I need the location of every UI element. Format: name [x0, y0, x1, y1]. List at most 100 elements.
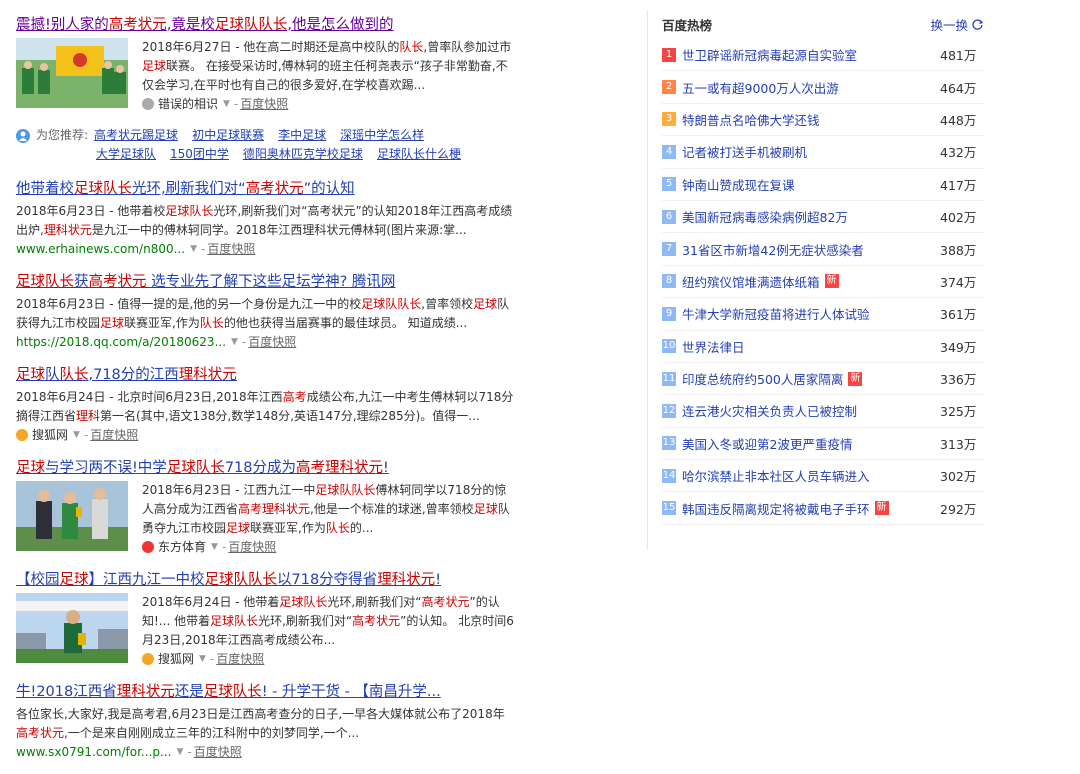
- highlight-text: 足球: [100, 316, 125, 330]
- result-thumbnail[interactable]: [16, 481, 128, 551]
- chevron-down-icon[interactable]: ▼: [223, 95, 230, 113]
- chevron-down-icon[interactable]: ▼: [211, 538, 218, 556]
- hot-list-item[interactable]: 10 世界法律日 349万: [662, 331, 984, 363]
- result-url[interactable]: https://2018.qq.com/a/20180623...: [16, 333, 226, 351]
- text-span: 2018年6月24日 - 他带着: [142, 595, 280, 609]
- hot-list-item[interactable]: 6 美国新冠病毒感染病例超82万 402万: [662, 201, 984, 234]
- text-span: 他带着校: [16, 181, 74, 197]
- hot-list-title: 百度热榜: [662, 17, 713, 33]
- recommend-link[interactable]: 深瑶中学怎么样: [340, 126, 424, 145]
- result-title-link[interactable]: 他带着校足球队长光环,刷新我们对“高考状元”的认知: [16, 178, 516, 200]
- meta-separator: -: [221, 540, 227, 554]
- highlight-text: 高考状元: [16, 726, 65, 740]
- hot-list-item[interactable]: 5 钟南山赞成现在复课 417万: [662, 169, 984, 201]
- result-url[interactable]: www.erhainews.com/n800...: [16, 240, 185, 258]
- hot-list-item[interactable]: 9 牛津大学新冠疫苗将进行人体试验 361万: [662, 298, 984, 331]
- meta-separator: -: [233, 97, 239, 111]
- hot-item-link[interactable]: 31省区市新增42例无症状感染者: [682, 240, 940, 259]
- hot-item-link[interactable]: 钟南山赞成现在复课: [682, 175, 940, 194]
- hot-item-link[interactable]: 世界法律日: [682, 337, 940, 356]
- snapshot-link[interactable]: 百度快照: [194, 743, 242, 761]
- recommend-link[interactable]: 李中足球: [278, 126, 326, 145]
- snapshot-link[interactable]: 百度快照: [228, 538, 276, 556]
- recommend-link[interactable]: 大学足球队: [96, 145, 156, 164]
- hot-item-link[interactable]: 记者被打送手机被刷机: [682, 142, 940, 161]
- result-meta: www.erhainews.com/n800... ▼ - 百度快照: [16, 240, 516, 258]
- hot-item-link[interactable]: 美国新冠病毒感染病例超82万: [682, 207, 940, 226]
- hot-list-item[interactable]: 4 记者被打送手机被刷机 432万: [662, 136, 984, 169]
- refresh-label: 换一换: [930, 17, 968, 33]
- highlight-text: 足球队队长: [361, 297, 422, 311]
- search-result: 足球与学习两不误!中学足球队长718分成为高考理科状元! 2018年6月23日 -…: [16, 457, 516, 556]
- recommend-link[interactable]: 德阳奥林匹克学校足球: [243, 145, 363, 164]
- snapshot-link[interactable]: 百度快照: [90, 426, 138, 444]
- snapshot-link[interactable]: 百度快照: [216, 650, 264, 668]
- hot-list-item[interactable]: 7 31省区市新增42例无症状感染者 388万: [662, 233, 984, 266]
- rank-badge: 9: [662, 306, 676, 321]
- rank-badge: 3: [662, 112, 676, 127]
- highlight-text: 队长: [325, 521, 350, 535]
- hot-list-item[interactable]: 1 世卫辟谣新冠病毒起源自实验室 481万: [662, 39, 984, 72]
- snapshot-link[interactable]: 百度快照: [248, 333, 296, 351]
- chevron-down-icon[interactable]: ▼: [73, 426, 80, 444]
- highlight-text: 足球: [16, 460, 45, 476]
- hot-item-link[interactable]: 纽约殡仪馆堆满遗体纸箱新: [682, 272, 940, 291]
- text-span: 以718分夺得省: [277, 572, 378, 588]
- highlight-text: 理科状元: [43, 223, 92, 237]
- result-title-link[interactable]: 【校园足球】江西九江一中校足球队队长以718分夺得省理科状元!: [16, 569, 516, 591]
- result-title-link[interactable]: 牛!2018江西省理科状元还是足球队长! - 升学干货 - 【南昌升学...: [16, 681, 516, 703]
- hot-item-link[interactable]: 五一或有超9000万人次出游: [682, 78, 940, 97]
- refresh-button[interactable]: 换一换: [930, 15, 984, 34]
- hot-item-link[interactable]: 牛津大学新冠疫苗将进行人体试验: [682, 304, 940, 323]
- result-abstract: 2018年6月23日 - 他带着校足球队长光环,刷新我们对“高考状元”的认知20…: [16, 202, 516, 240]
- hot-item-link[interactable]: 连云港火灾相关负责人已被控制: [682, 401, 940, 420]
- hot-count: 448万: [940, 112, 977, 128]
- hot-list-item[interactable]: 14 哈尔滨禁止非本社区人员车辆进入 302万: [662, 460, 984, 493]
- snapshot-link[interactable]: 百度快照: [207, 240, 255, 258]
- hot-item-link[interactable]: 印度总统府约500人居家隔离新: [682, 369, 940, 388]
- hot-list-item[interactable]: 3 特朗普点名哈佛大学还钱 448万: [662, 104, 984, 137]
- result-title-link[interactable]: 足球队队长,718分的江西理科状元: [16, 364, 516, 386]
- highlight-text: 队长: [199, 316, 224, 330]
- snapshot-link[interactable]: 百度快照: [240, 95, 288, 113]
- hot-item-link[interactable]: 特朗普点名哈佛大学还钱: [682, 110, 940, 129]
- hot-list-item[interactable]: 15 韩国违反隔离规定将被戴电子手环新 292万: [662, 492, 984, 525]
- hot-item-link[interactable]: 哈尔滨禁止非本社区人员车辆进入: [682, 466, 940, 485]
- source-name[interactable]: 搜狐网: [158, 650, 194, 668]
- result-title-link[interactable]: 足球队长获高考状元 选专业先了解下这些足坛学神? 腾讯网: [16, 271, 516, 293]
- highlight-text: 队长: [399, 40, 424, 54]
- recommend-link[interactable]: 150团中学: [170, 145, 229, 164]
- recommend-link[interactable]: 初中足球联赛: [192, 126, 264, 145]
- text-span: ,竟是校: [166, 17, 215, 33]
- new-badge: 新: [824, 274, 839, 289]
- source-name[interactable]: 错误的相识: [158, 95, 218, 113]
- result-thumbnail[interactable]: [16, 38, 128, 108]
- hot-list-item[interactable]: 11 印度总统府约500人居家隔离新 336万: [662, 363, 984, 396]
- text-span: 选专业先了解下这些足坛学神? 腾讯网: [146, 274, 396, 290]
- chevron-down-icon[interactable]: ▼: [176, 743, 183, 761]
- chevron-down-icon[interactable]: ▼: [199, 650, 206, 668]
- result-title-link[interactable]: 足球与学习两不误!中学足球队长718分成为高考理科状元!: [16, 457, 516, 479]
- hot-list-item[interactable]: 8 纽约殡仪馆堆满遗体纸箱新 374万: [662, 266, 984, 299]
- source-name[interactable]: 东方体育: [158, 538, 206, 556]
- hot-item-link[interactable]: 世卫辟谣新冠病毒起源自实验室: [682, 45, 940, 64]
- result-title-link[interactable]: 震撼!别人家的高考状元,竟是校足球队队长,他是怎么做到的: [16, 14, 516, 36]
- source-name[interactable]: 搜狐网: [32, 426, 68, 444]
- hot-list-item[interactable]: 13 美国入冬或迎第2波更严重疫情 313万: [662, 428, 984, 461]
- hot-item-link[interactable]: 韩国违反隔离规定将被戴电子手环新: [682, 499, 940, 518]
- hot-list-item[interactable]: 2 五一或有超9000万人次出游 464万: [662, 71, 984, 104]
- hot-item-link[interactable]: 美国入冬或迎第2波更严重疫情: [682, 434, 940, 453]
- text-span: 的他也获得当届赛事的最佳球员。 知道成绩...: [223, 316, 468, 330]
- recommend-link[interactable]: 高考状元踢足球: [94, 126, 178, 145]
- result-abstract: 2018年6月24日 - 他带着足球队长光环,刷新我们对“高考状元”的认知!..…: [142, 593, 516, 650]
- highlight-text: 理科状元: [116, 684, 175, 700]
- recommend-link[interactable]: 足球队长什么梗: [377, 145, 461, 164]
- result-url[interactable]: www.sx0791.com/for...p...: [16, 743, 171, 761]
- chevron-down-icon[interactable]: ▼: [190, 240, 197, 258]
- result-thumbnail[interactable]: [16, 593, 128, 663]
- chevron-down-icon[interactable]: ▼: [231, 333, 238, 351]
- hot-item-text: 韩国违反隔离规定将被戴电子手环: [682, 501, 870, 517]
- rank-badge: 12: [662, 403, 676, 418]
- result-content: 2018年6月23日 - 江西九江一中足球队队长傅林轲同学以718分的惊人高分成…: [142, 481, 516, 556]
- hot-list-item[interactable]: 12 连云港火灾相关负责人已被控制 325万: [662, 395, 984, 428]
